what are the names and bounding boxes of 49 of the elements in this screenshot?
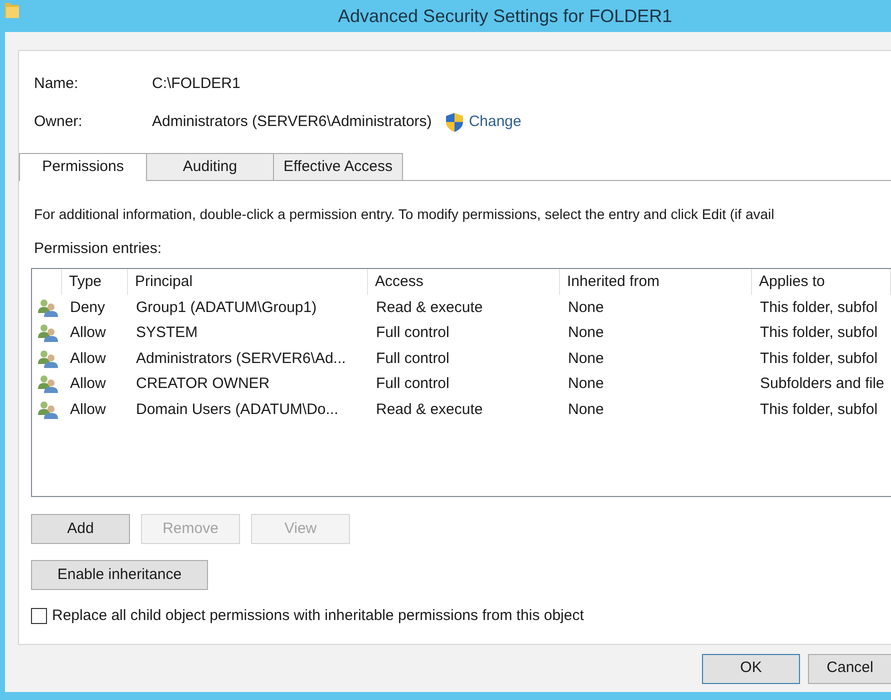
table-cell-text: CREATOR OWNER xyxy=(135,374,271,394)
users-icon xyxy=(38,298,58,317)
field-value: C:\FOLDER1 xyxy=(152,74,240,94)
table-cell-text: SYSTEM xyxy=(135,323,199,343)
section-label: Permission entries: xyxy=(34,239,163,259)
dialog-button[interactable]: Cancel xyxy=(808,654,891,684)
users-icon xyxy=(38,324,58,342)
table-cell-text: This folder, subfol xyxy=(759,400,879,420)
window-title: Advanced Security Settings for FOLDER1 xyxy=(338,5,672,28)
field-value: Administrators (SERVER6\Administrators) xyxy=(152,112,432,132)
tab[interactable]: Permissions xyxy=(19,153,147,181)
table-cell-text: Full control xyxy=(375,348,450,368)
field-label: Name: xyxy=(34,74,80,94)
table-cell-text: Deny xyxy=(69,298,106,318)
table-cell-text: None xyxy=(567,400,605,420)
users-icon xyxy=(38,350,58,368)
table-cell-text: Read & execute xyxy=(375,400,484,420)
table-cell-text: Allow xyxy=(69,374,107,394)
dialog-button[interactable]: OK xyxy=(702,654,800,684)
tab[interactable]: Auditing xyxy=(147,153,274,181)
table-cell-text: Read & execute xyxy=(375,298,484,318)
checkbox-label: Replace all child object permissions with inheritable permissions from this object xyxy=(52,606,584,626)
table-cell-text: Full control xyxy=(375,374,450,394)
users-icon xyxy=(38,375,58,394)
table-cell-text: None xyxy=(567,298,605,318)
table-cell-text: This folder, subfol xyxy=(759,298,879,318)
field-label: Owner: xyxy=(34,112,84,132)
table-cell-text: Allow xyxy=(69,400,107,420)
table-cell-text: Domain Users (ADATUM\Do... xyxy=(135,400,340,420)
table-cell-text: Group1 (ADATUM\Group1) xyxy=(135,298,318,318)
table-cell-text: Subfolders and file xyxy=(759,374,886,394)
folder-icon xyxy=(5,1,19,18)
table-cell-text: Administrators (SERVER6\Ad... xyxy=(135,348,347,368)
table-cell-text: Allow xyxy=(69,348,107,368)
table-cell-text: None xyxy=(567,374,605,394)
shield-icon xyxy=(446,112,463,132)
change-link[interactable]: Change xyxy=(468,110,522,134)
table-cell-text: Allow xyxy=(69,323,107,343)
info-text: For additional information, double-click a permission entry. To modify permissions, select the entry and click Edit (if avail xyxy=(34,205,776,224)
table-cell-text: Full control xyxy=(375,323,450,343)
table-cell-text: This folder, subfol xyxy=(759,348,879,368)
table-cell-text: None xyxy=(567,323,605,343)
users-icon xyxy=(38,400,58,419)
checkbox[interactable] xyxy=(31,608,47,624)
table-cell-text: None xyxy=(567,348,605,368)
action-button[interactable]: Add xyxy=(31,514,130,544)
tab[interactable]: Effective Access xyxy=(274,153,403,181)
table-cell-text: This folder, subfol xyxy=(759,323,879,343)
enable-inheritance-button[interactable]: Enable inheritance xyxy=(31,560,208,590)
